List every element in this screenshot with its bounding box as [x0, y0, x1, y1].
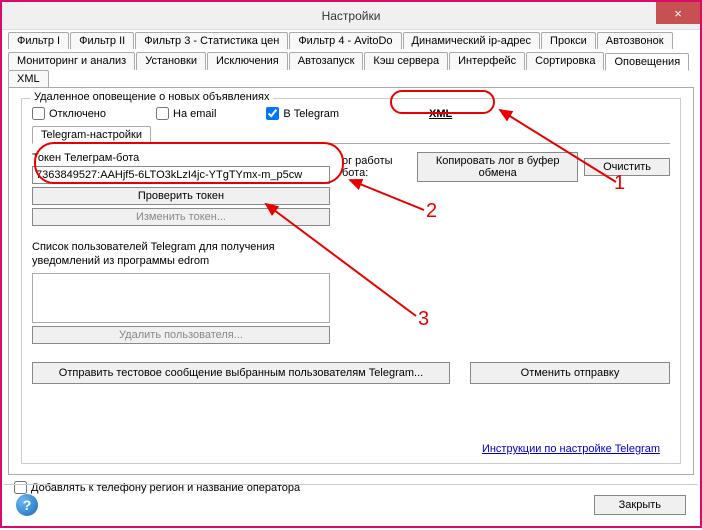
tab-оповещения[interactable]: Оповещения — [605, 53, 689, 71]
window-title: Настройки — [322, 9, 381, 23]
notifications-groupbox: Удаленное оповещение о новых объявлениях… — [21, 98, 681, 464]
tab-сортировка[interactable]: Сортировка — [526, 52, 604, 70]
tab-xml[interactable]: XML — [8, 70, 49, 87]
tab-фильтр-i[interactable]: Фильтр I — [8, 32, 69, 49]
tab-мониторинг-и-анализ[interactable]: Мониторинг и анализ — [8, 52, 135, 70]
log-label: ог работы бота: — [342, 155, 411, 179]
checkbox-disabled-input[interactable] — [32, 107, 45, 120]
tab-кэш-сервера[interactable]: Кэш сервера — [364, 52, 448, 70]
clear-log-button[interactable]: Очистить — [584, 158, 670, 176]
window-close-button[interactable]: × — [656, 2, 700, 24]
subtab-telegram-settings[interactable]: Telegram-настройки — [32, 126, 151, 144]
tabs-row-2: Мониторинг и анализУстановкиИсключенияАв… — [2, 50, 700, 87]
tab-фильтр-3-статистика-цен[interactable]: Фильтр 3 - Статистика цен — [135, 32, 288, 49]
checkbox-telegram-input[interactable] — [266, 107, 279, 120]
close-button[interactable]: Закрыть — [594, 495, 686, 515]
tab-фильтр-4-avitodo[interactable]: Фильтр 4 - AvitoDo — [289, 32, 401, 49]
checkbox-telegram[interactable]: В Telegram — [266, 107, 339, 120]
tab-content: Удаленное оповещение о новых объявлениях… — [8, 87, 694, 475]
tab-интерфейс[interactable]: Интерфейс — [449, 52, 525, 70]
tabs-row-1: Фильтр IФильтр IIФильтр 3 - Статистика ц… — [2, 30, 700, 49]
instructions-link[interactable]: Инструкции по настройке Telegram — [482, 443, 660, 455]
copy-log-button[interactable]: Копировать лог в буфер обмена — [417, 152, 578, 182]
group-title: Удаленное оповещение о новых объявлениях — [30, 91, 273, 103]
tab-установки[interactable]: Установки — [136, 52, 206, 70]
token-input[interactable] — [32, 166, 330, 184]
tab-фильтр-ii[interactable]: Фильтр II — [70, 32, 134, 49]
help-icon[interactable]: ? — [16, 494, 38, 516]
checkbox-email[interactable]: На email — [156, 107, 216, 120]
userlist-label: Список пользователей Telegram для получе… — [32, 240, 332, 269]
send-test-button[interactable]: Отправить тестовое сообщение выбранным п… — [32, 362, 450, 384]
xml-link[interactable]: XML — [429, 108, 452, 120]
userlist-box[interactable] — [32, 273, 330, 323]
tab-автозапуск[interactable]: Автозапуск — [289, 52, 364, 70]
delete-user-button[interactable]: Удалить пользователя... — [32, 326, 330, 344]
tab-прокси[interactable]: Прокси — [541, 32, 596, 49]
token-label: Токен Телеграм-бота — [32, 152, 332, 164]
checkbox-disabled[interactable]: Отключено — [32, 107, 106, 120]
cancel-send-button[interactable]: Отменить отправку — [470, 362, 670, 384]
title-bar: Настройки × — [2, 2, 700, 30]
checkbox-email-input[interactable] — [156, 107, 169, 120]
change-token-button[interactable]: Изменить токен... — [32, 208, 330, 226]
tab-исключения[interactable]: Исключения — [207, 52, 288, 70]
footer-bar: ? Закрыть — [4, 484, 698, 524]
tab-динамический-ip-адрес[interactable]: Динамический ip-адрес — [403, 32, 541, 49]
check-token-button[interactable]: Проверить токен — [32, 187, 330, 205]
tab-автозвонок[interactable]: Автозвонок — [597, 32, 673, 49]
